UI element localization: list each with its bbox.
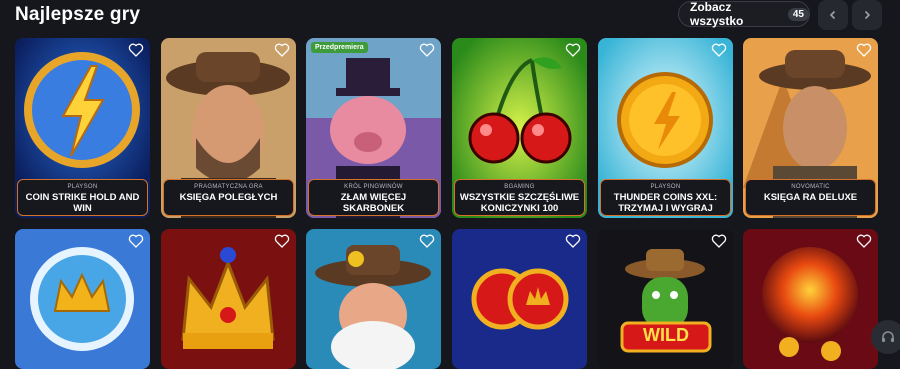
favorite-heart-icon[interactable] — [419, 42, 435, 58]
game-provider: PLAYSON — [67, 184, 98, 190]
game-info: PLAYSON COIN STRIKE HOLD AND WIN — [17, 179, 148, 216]
prerelease-badge: Przedpremiera — [311, 42, 368, 53]
game-card-royal-crown[interactable] — [161, 229, 296, 369]
game-card-twin-coins[interactable] — [452, 229, 587, 369]
game-art-crown-coin — [15, 229, 150, 369]
game-provider: PLAYSON — [650, 184, 681, 190]
game-provider: PRAGMATYCZNA GRA — [194, 184, 263, 190]
favorite-heart-icon[interactable] — [274, 233, 290, 249]
see-all-count: 45 — [787, 7, 809, 21]
game-info: NOVOMATIC KSIĘGA RA DELUXE — [745, 179, 876, 216]
game-info: BGAMING WSZYSTKIE SZCZĘŚLIWE KONICZYNKI … — [454, 179, 585, 216]
game-info: PLAYSON THUNDER COINS XXL: TRZYMAJ I WYG… — [600, 179, 731, 216]
game-provider: KRÓL PINGWINÓW — [344, 184, 403, 190]
game-info: PRAGMATYCZNA GRA KSIĘGA POLEGŁYCH — [163, 179, 294, 216]
see-all-button[interactable]: Zobacz wszystko 45 — [678, 0, 810, 28]
carousel-prev-button[interactable] — [818, 0, 848, 30]
favorite-heart-icon[interactable] — [565, 42, 581, 58]
game-card-ksiega-poleglych[interactable]: PRAGMATYCZNA GRA KSIĘGA POLEGŁYCH — [161, 38, 296, 218]
game-art-twin-coins — [452, 229, 587, 369]
game-art-royal-crown — [161, 229, 296, 369]
section-header: Najlepsze gry Zobacz wszystko 45 — [0, 0, 900, 30]
support-button[interactable] — [871, 320, 900, 354]
see-all-label: Zobacz wszystko — [690, 0, 744, 28]
favorite-heart-icon[interactable] — [128, 233, 144, 249]
game-card-ksiega-ra[interactable]: NOVOMATIC KSIĘGA RA DELUXE — [743, 38, 878, 218]
game-title: KSIĘGA RA DELUXE — [763, 192, 858, 203]
game-card-crown-coin[interactable] — [15, 229, 150, 369]
game-art-old-miner — [306, 229, 441, 369]
favorite-heart-icon[interactable] — [274, 42, 290, 58]
game-art-fire-coins — [743, 229, 878, 369]
game-card-zlam-wiecej-skarbonek[interactable]: Przedpremiera KRÓL PINGWINÓW ZŁAM WIĘCEJ… — [306, 38, 441, 218]
carousel-next-button[interactable] — [852, 0, 882, 30]
favorite-heart-icon[interactable] — [128, 42, 144, 58]
game-card-cactus-wild[interactable]: WILD — [598, 229, 733, 369]
game-card-szczesliwe-koniczynki[interactable]: BGAMING WSZYSTKIE SZCZĘŚLIWE KONICZYNKI … — [452, 38, 587, 218]
game-card-coin-strike[interactable]: PLAYSON COIN STRIKE HOLD AND WIN — [15, 38, 150, 218]
favorite-heart-icon[interactable] — [856, 233, 872, 249]
game-title: WSZYSTKIE SZCZĘŚLIWE KONICZYNKI 100 — [459, 192, 580, 214]
favorite-heart-icon[interactable] — [419, 233, 435, 249]
wild-text: WILD — [643, 325, 689, 345]
favorite-heart-icon[interactable] — [856, 42, 872, 58]
game-title: ZŁAM WIĘCEJ SKARBONEK — [340, 192, 407, 214]
game-provider: NOVOMATIC — [791, 184, 830, 190]
section-title: Najlepsze gry — [15, 4, 141, 25]
favorite-heart-icon[interactable] — [565, 233, 581, 249]
game-card-fire-coins[interactable] — [743, 229, 878, 369]
headset-icon — [882, 331, 894, 342]
game-title: KSIĘGA POLEGŁYCH — [179, 192, 278, 203]
game-title: COIN STRIKE HOLD AND WIN — [25, 192, 140, 214]
game-info: KRÓL PINGWINÓW ZŁAM WIĘCEJ SKARBONEK — [308, 179, 439, 216]
game-provider: BGAMING — [504, 184, 535, 190]
game-title: THUNDER COINS XXL: TRZYMAJ I WYGRAJ — [613, 192, 718, 214]
game-card-old-miner[interactable] — [306, 229, 441, 369]
favorite-heart-icon[interactable] — [711, 233, 727, 249]
favorite-heart-icon[interactable] — [711, 42, 727, 58]
game-card-thunder-coins[interactable]: PLAYSON THUNDER COINS XXL: TRZYMAJ I WYG… — [598, 38, 733, 218]
chevron-left-icon — [829, 10, 836, 20]
chevron-right-icon — [864, 10, 871, 20]
